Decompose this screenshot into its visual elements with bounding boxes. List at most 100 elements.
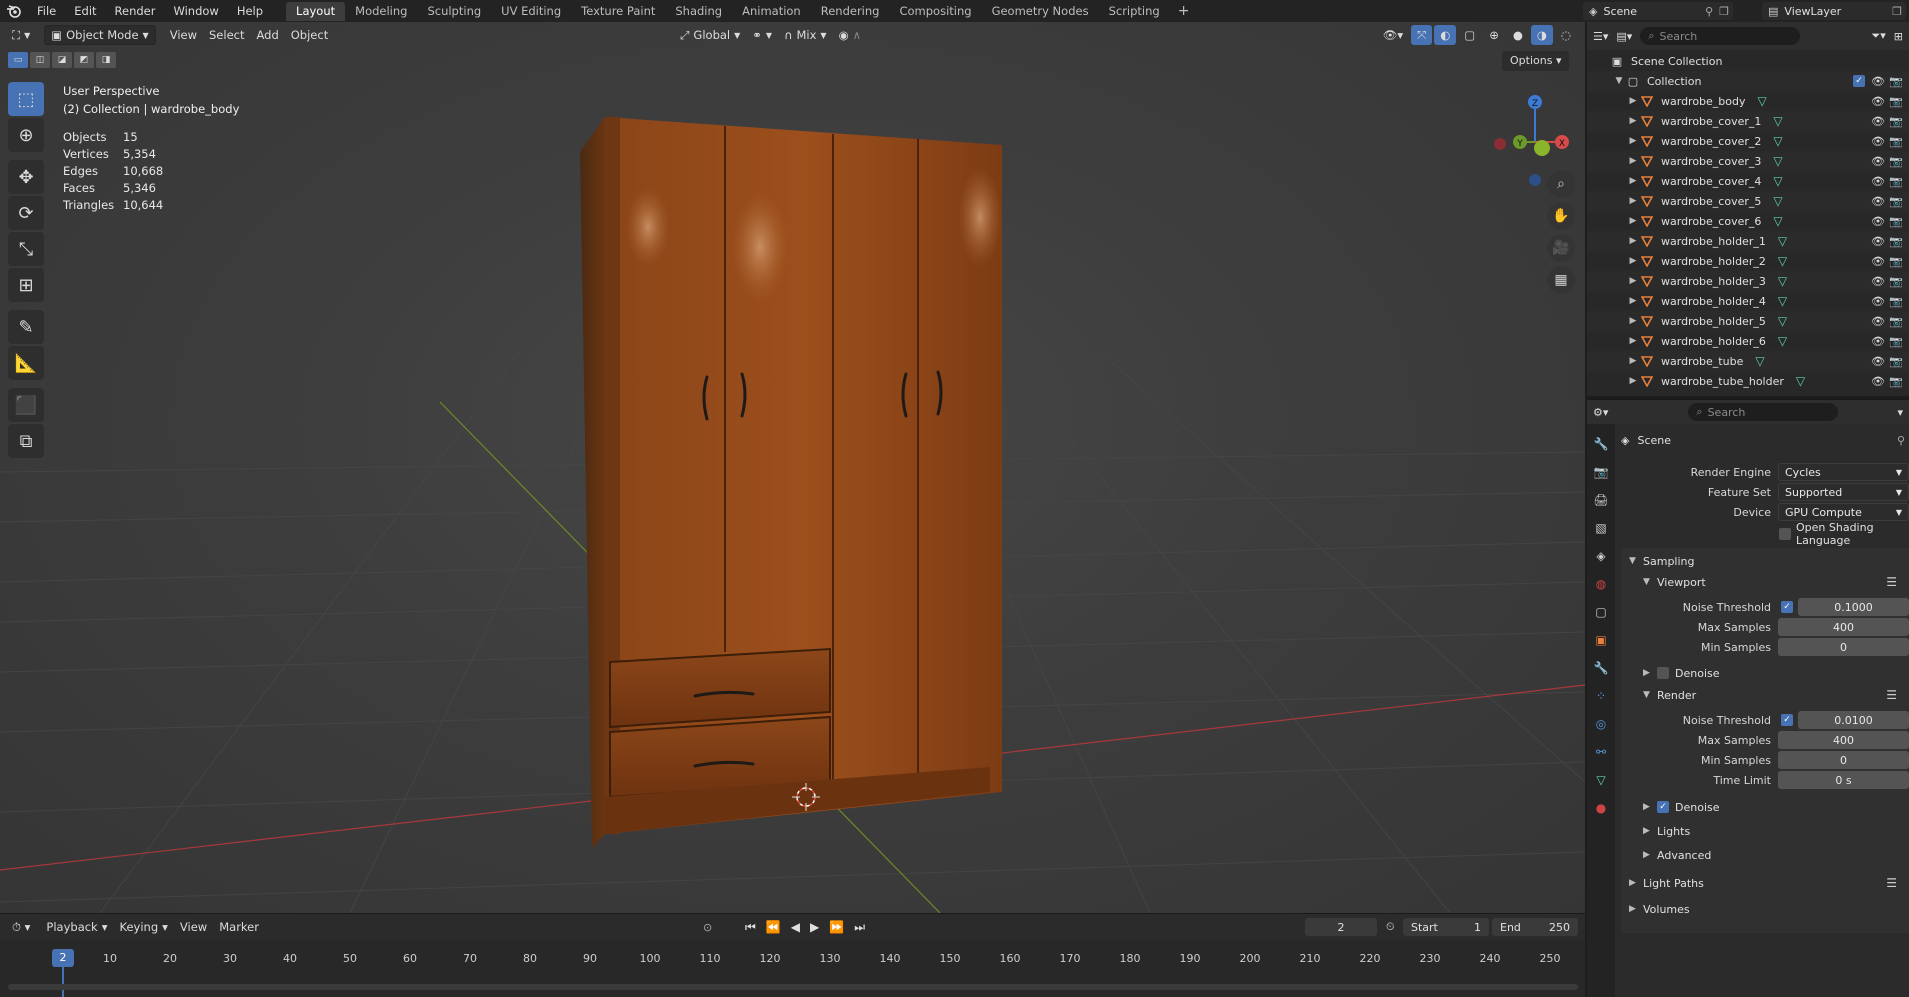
tab-rendering[interactable]: Rendering — [811, 2, 890, 21]
outliner-object-row[interactable]: ▶ wardrobe_cover_4 ▽ 👁 📷 — [1587, 171, 1909, 191]
outliner-object-row[interactable]: ▶ wardrobe_cover_5 ▽ 👁 📷 — [1587, 191, 1909, 211]
3d-viewport[interactable]: ⛶ ▼ ▣ Object Mode ▼ View Select Add Objec… — [0, 22, 1585, 913]
perspective-toggle-icon[interactable]: ▦ — [1547, 266, 1575, 294]
timeline-menu-marker[interactable]: Marker — [213, 917, 265, 937]
menu-render[interactable]: Render — [106, 0, 165, 22]
r-denoise-checkbox[interactable]: ✓ — [1657, 801, 1669, 813]
render-camera-icon[interactable]: 📷 — [1889, 115, 1903, 128]
expand-chevron-icon[interactable]: ▶ — [1627, 376, 1639, 386]
outliner-object-row[interactable]: ▶ wardrobe_tube ▽ 👁 📷 — [1587, 351, 1909, 371]
tool-tab-icon[interactable]: 🔧 — [1587, 432, 1615, 456]
osl-row[interactable]: Open Shading Language — [1621, 521, 1909, 547]
options-button[interactable]: Options ▾ — [1502, 51, 1570, 71]
tab-sculpting[interactable]: Sculpting — [417, 2, 491, 21]
zoom-icon[interactable]: ⌕ — [1547, 170, 1575, 198]
vp-denoise-subpanel-header[interactable]: ▶ Denoise — [1621, 662, 1909, 684]
data-tab-icon[interactable]: ▽ — [1587, 768, 1615, 792]
jump-end-icon[interactable]: ⏭ — [854, 920, 865, 935]
menu-file[interactable]: File — [28, 0, 65, 22]
expand-chevron-icon[interactable]: ▶ — [1627, 196, 1639, 206]
stopwatch-icon[interactable]: ⏲ — [1386, 920, 1395, 934]
expand-chevron-icon[interactable]: ▶ — [1627, 156, 1639, 166]
timeline-editor-type-icon[interactable]: ⏱ ▾ — [6, 917, 36, 937]
vp-max-samples-field[interactable]: 400 — [1778, 618, 1909, 636]
collection-row[interactable]: ▼ ▢ Collection ✓ 👁 📷 — [1587, 71, 1909, 91]
physics-tab-icon[interactable]: ◎ — [1587, 712, 1615, 736]
outliner-search-input[interactable]: ⌕ Search — [1640, 27, 1801, 45]
r-denoise-subpanel-header[interactable]: ▶ ✓ Denoise — [1621, 796, 1909, 818]
render-camera-icon[interactable]: 📷 — [1889, 195, 1903, 208]
collection-tab-icon[interactable]: ▢ — [1587, 600, 1615, 624]
outliner-object-row[interactable]: ▶ wardrobe_cover_2 ▽ 👁 📷 — [1587, 131, 1909, 151]
eye-icon[interactable]: 👁 — [1871, 155, 1885, 168]
mesh-data-icon[interactable]: ▽ — [1778, 334, 1787, 348]
exclude-checkbox[interactable]: ✓ — [1853, 75, 1865, 87]
menu-window[interactable]: Window — [164, 0, 227, 22]
eye-icon[interactable]: 👁 — [1871, 215, 1885, 228]
render-camera-icon[interactable]: 📷 — [1889, 255, 1903, 268]
tab-modeling[interactable]: Modeling — [345, 2, 417, 21]
solid-shading-icon[interactable]: ● — [1507, 25, 1529, 45]
output-tab-icon[interactable]: 🖨 — [1587, 488, 1615, 512]
material-shading-icon[interactable]: ◑ — [1530, 25, 1553, 45]
render-camera-icon[interactable]: 📷 — [1889, 95, 1903, 108]
timeline-menu-playback[interactable]: Playback ▾ — [40, 917, 113, 937]
viewport-menu-view[interactable]: View — [164, 25, 203, 45]
sampling-panel-header[interactable]: ▼ Sampling — [1621, 550, 1909, 572]
vp-noise-threshold-field[interactable]: 0.1000 — [1798, 598, 1909, 616]
render-engine-dropdown[interactable]: Cycles ▼ — [1778, 463, 1909, 481]
render-camera-icon[interactable]: 📷 — [1889, 275, 1903, 288]
r-time-limit-field[interactable]: 0 s — [1778, 771, 1909, 789]
render-subpanel-header[interactable]: ▼ Render ☰ — [1621, 684, 1909, 706]
eye-icon[interactable]: 👁 — [1871, 315, 1885, 328]
r-max-samples-field[interactable]: 400 — [1778, 731, 1909, 749]
tab-animation[interactable]: Animation — [732, 2, 811, 21]
outliner-object-row[interactable]: ▶ wardrobe_body ▽ 👁 📷 — [1587, 91, 1909, 111]
timeline-menu-keying[interactable]: Keying ▾ — [114, 917, 174, 937]
wireframe-shading-icon[interactable]: ⊕ — [1483, 25, 1505, 45]
select-extend-icon[interactable]: ◫ — [30, 52, 50, 68]
overlay-toggle-icon[interactable]: ◐ — [1434, 25, 1457, 45]
scale-tool-icon[interactable]: ⤡ — [8, 232, 44, 266]
add-object-tool-icon[interactable]: ⧉ — [8, 424, 44, 458]
move-tool-icon[interactable]: ✥ — [8, 160, 44, 194]
rotate-tool-icon[interactable]: ⟳ — [8, 196, 44, 230]
select-box-tool-icon[interactable]: ⬚ — [8, 82, 44, 116]
render-camera-icon[interactable]: 📷 — [1889, 75, 1903, 88]
pin-icon[interactable]: ⚲ — [1705, 5, 1713, 18]
cursor-tool-icon[interactable]: ⊕ — [8, 118, 44, 152]
expand-chevron-icon[interactable]: ▶ — [1627, 316, 1639, 326]
expand-chevron-icon[interactable]: ▶ — [1627, 356, 1639, 366]
outliner-object-row[interactable]: ▶ wardrobe_cover_1 ▽ 👁 📷 — [1587, 111, 1909, 131]
editor-type-button[interactable]: ⛶ ▼ — [6, 25, 36, 45]
expand-chevron-icon[interactable]: ▶ — [1627, 296, 1639, 306]
tab-compositing[interactable]: Compositing — [889, 2, 981, 21]
tab-layout[interactable]: Layout — [286, 1, 346, 21]
viewport-menu-select[interactable]: Select — [203, 25, 250, 45]
expand-chevron-icon[interactable]: ▶ — [1627, 236, 1639, 246]
play-reverse-icon[interactable]: ◀ — [791, 920, 800, 935]
render-camera-icon[interactable]: 📷 — [1889, 215, 1903, 228]
playhead[interactable]: 2 — [52, 949, 74, 967]
outliner-object-row[interactable]: ▶ wardrobe_tube_holder ▽ 👁 📷 — [1587, 371, 1909, 391]
mesh-data-icon[interactable]: ▽ — [1778, 294, 1787, 308]
new-scene-icon[interactable]: ❐ — [1719, 5, 1733, 18]
select-intersect-icon[interactable]: ◨ — [96, 52, 116, 68]
properties-editor-type-icon[interactable]: ⚙▾ — [1593, 406, 1608, 419]
osl-checkbox[interactable] — [1779, 528, 1791, 540]
mesh-data-icon[interactable]: ▽ — [1773, 154, 1782, 168]
expand-chevron-icon[interactable]: ▼ — [1613, 76, 1625, 86]
eye-icon[interactable]: 👁 — [1871, 355, 1885, 368]
eye-icon[interactable]: 👁 — [1871, 135, 1885, 148]
end-frame-field[interactable]: End 250 — [1492, 918, 1578, 936]
r-noise-threshold-field[interactable]: 0.0100 — [1798, 711, 1909, 729]
view-layer-tab-icon[interactable]: ▧ — [1587, 516, 1615, 540]
viewport-menu-object[interactable]: Object — [285, 25, 334, 45]
expand-chevron-icon[interactable]: ▶ — [1627, 136, 1639, 146]
start-frame-field[interactable]: Start 1 — [1403, 918, 1489, 936]
scene-selector[interactable]: ◈ Scene ⚲ ❐ — [1583, 2, 1733, 20]
pan-hand-icon[interactable]: ✋ — [1547, 202, 1575, 230]
visibility-icon[interactable]: 👁▾ — [1377, 25, 1409, 45]
record-icon[interactable]: ⊙ — [703, 921, 712, 934]
outliner-editor-type-icon[interactable]: ☰▾ — [1593, 30, 1608, 43]
